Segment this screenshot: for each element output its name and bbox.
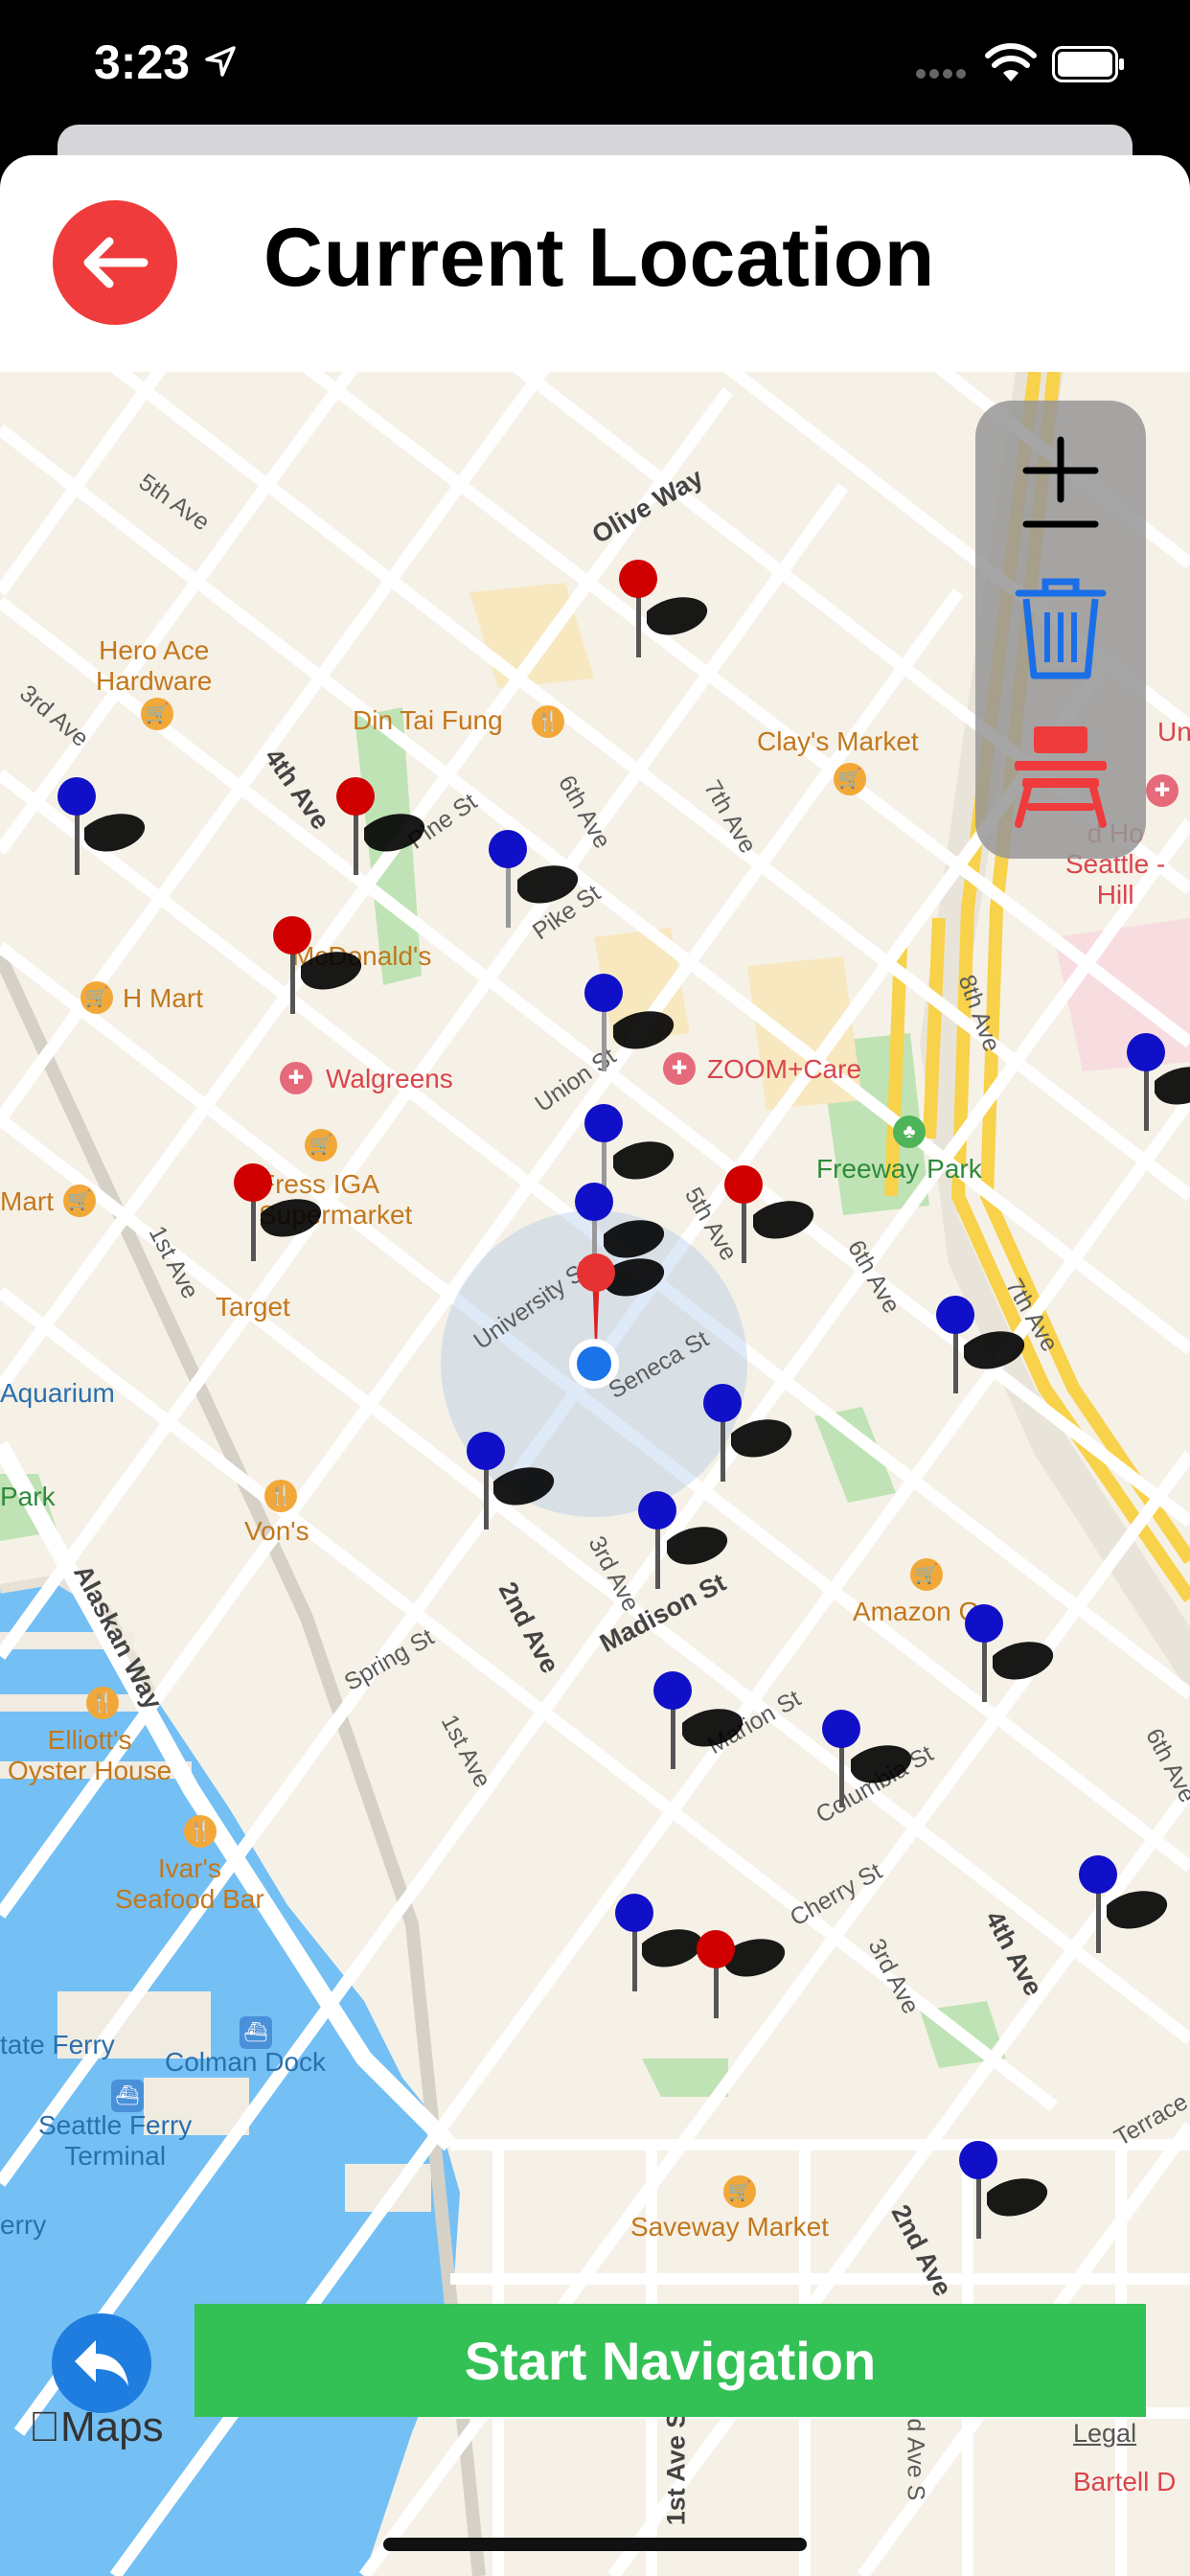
home-indicator: [383, 2538, 807, 2551]
shopping-icon: 🛒: [910, 1558, 943, 1591]
reply-arrow-icon: [75, 2340, 128, 2386]
status-bar: 3:23: [0, 0, 1190, 134]
poi-label[interactable]: tate Ferry: [0, 2030, 115, 2060]
back-button[interactable]: [53, 200, 177, 325]
poi-label[interactable]: Bartell D: [1073, 2467, 1176, 2497]
poi-label[interactable]: Mart: [0, 1186, 54, 1217]
battery-icon: [1052, 46, 1124, 82]
poi-label[interactable]: Din Tai Fung: [353, 705, 503, 736]
maps-logo-text: Maps: [29, 2404, 164, 2450]
shopping-icon: 🛒: [80, 981, 113, 1014]
trash-icon: [1015, 578, 1107, 679]
page-title: Current Location: [263, 212, 935, 304]
legal-link[interactable]: Legal: [1073, 2419, 1136, 2449]
shopping-icon: 🛒: [834, 763, 866, 795]
poi-label[interactable]: Park: [0, 1482, 56, 1512]
arrow-left-icon: [83, 237, 149, 288]
restaurant-icon: 🍴: [532, 705, 564, 738]
poi-label[interactable]: Elliott's Oyster House: [8, 1725, 172, 1786]
shopping-icon: 🛒: [141, 698, 173, 730]
poi-label[interactable]: Freeway Park: [816, 1154, 982, 1184]
poi-label[interactable]: McDonald's: [292, 941, 431, 972]
apple-icon: : [29, 2404, 60, 2450]
desk-icon: [1015, 726, 1107, 828]
delete-button[interactable]: [998, 565, 1123, 690]
poi-label[interactable]: Ivar's Seafood Bar: [115, 1853, 264, 1915]
poi-label[interactable]: erry: [0, 2210, 46, 2241]
poi-label[interactable]: Amazon Go: [853, 1597, 995, 1627]
park-icon: ♣: [893, 1116, 926, 1148]
poi-label[interactable]: Aquarium: [0, 1378, 115, 1409]
hotel-icon: ✚: [1146, 774, 1179, 807]
poi-label[interactable]: Target: [216, 1292, 290, 1322]
poi-label[interactable]: Fress IGA Supermarket: [259, 1169, 412, 1230]
poi-label[interactable]: Walgreens: [326, 1064, 453, 1094]
ferry-icon: ⛴: [111, 2080, 144, 2112]
location-arrow-icon: [205, 46, 236, 77]
zoom-button[interactable]: [998, 420, 1123, 544]
apple-maps-logo: Maps: [29, 2404, 164, 2451]
street-label: 1st Ave S: [661, 2410, 691, 2526]
wifi-icon: [985, 43, 1037, 81]
signal-icon: [916, 69, 966, 79]
medical-icon: ✚: [663, 1052, 696, 1085]
poi-label[interactable]: Colman Dock: [165, 2047, 326, 2078]
share-button[interactable]: [52, 2313, 151, 2413]
desk-button[interactable]: [998, 713, 1123, 838]
poi-label[interactable]: ZOOM+Care: [707, 1054, 861, 1085]
poi-label[interactable]: Saveway Market: [630, 2212, 829, 2242]
poi-label[interactable]: Clay's Market: [757, 726, 919, 757]
restaurant-icon: 🍴: [184, 1815, 217, 1848]
status-time: 3:23: [94, 35, 191, 89]
restaurant-icon: 🍴: [86, 1687, 119, 1719]
restaurant-icon: 🍴: [264, 1480, 297, 1512]
map-controls: [975, 401, 1146, 859]
poi-label[interactable]: Hero Ace Hardware: [96, 635, 212, 697]
shopping-icon: 🛒: [723, 2175, 756, 2208]
start-navigation-button[interactable]: Start Navigation: [195, 2304, 1146, 2417]
poi-label[interactable]: H Mart: [123, 983, 203, 1014]
plus-minus-icon: [1022, 436, 1099, 528]
shopping-icon: 🛒: [63, 1184, 96, 1217]
poi-label[interactable]: Seattle Ferry Terminal: [38, 2110, 192, 2172]
pharmacy-icon: ✚: [280, 1062, 312, 1094]
poi-label[interactable]: Von's: [244, 1516, 309, 1547]
ferry-icon: ⛴: [240, 2016, 272, 2049]
shopping-icon: 🛒: [305, 1129, 337, 1162]
header: Current Location: [0, 155, 1190, 372]
poi-label[interactable]: Uni: [1157, 717, 1190, 748]
